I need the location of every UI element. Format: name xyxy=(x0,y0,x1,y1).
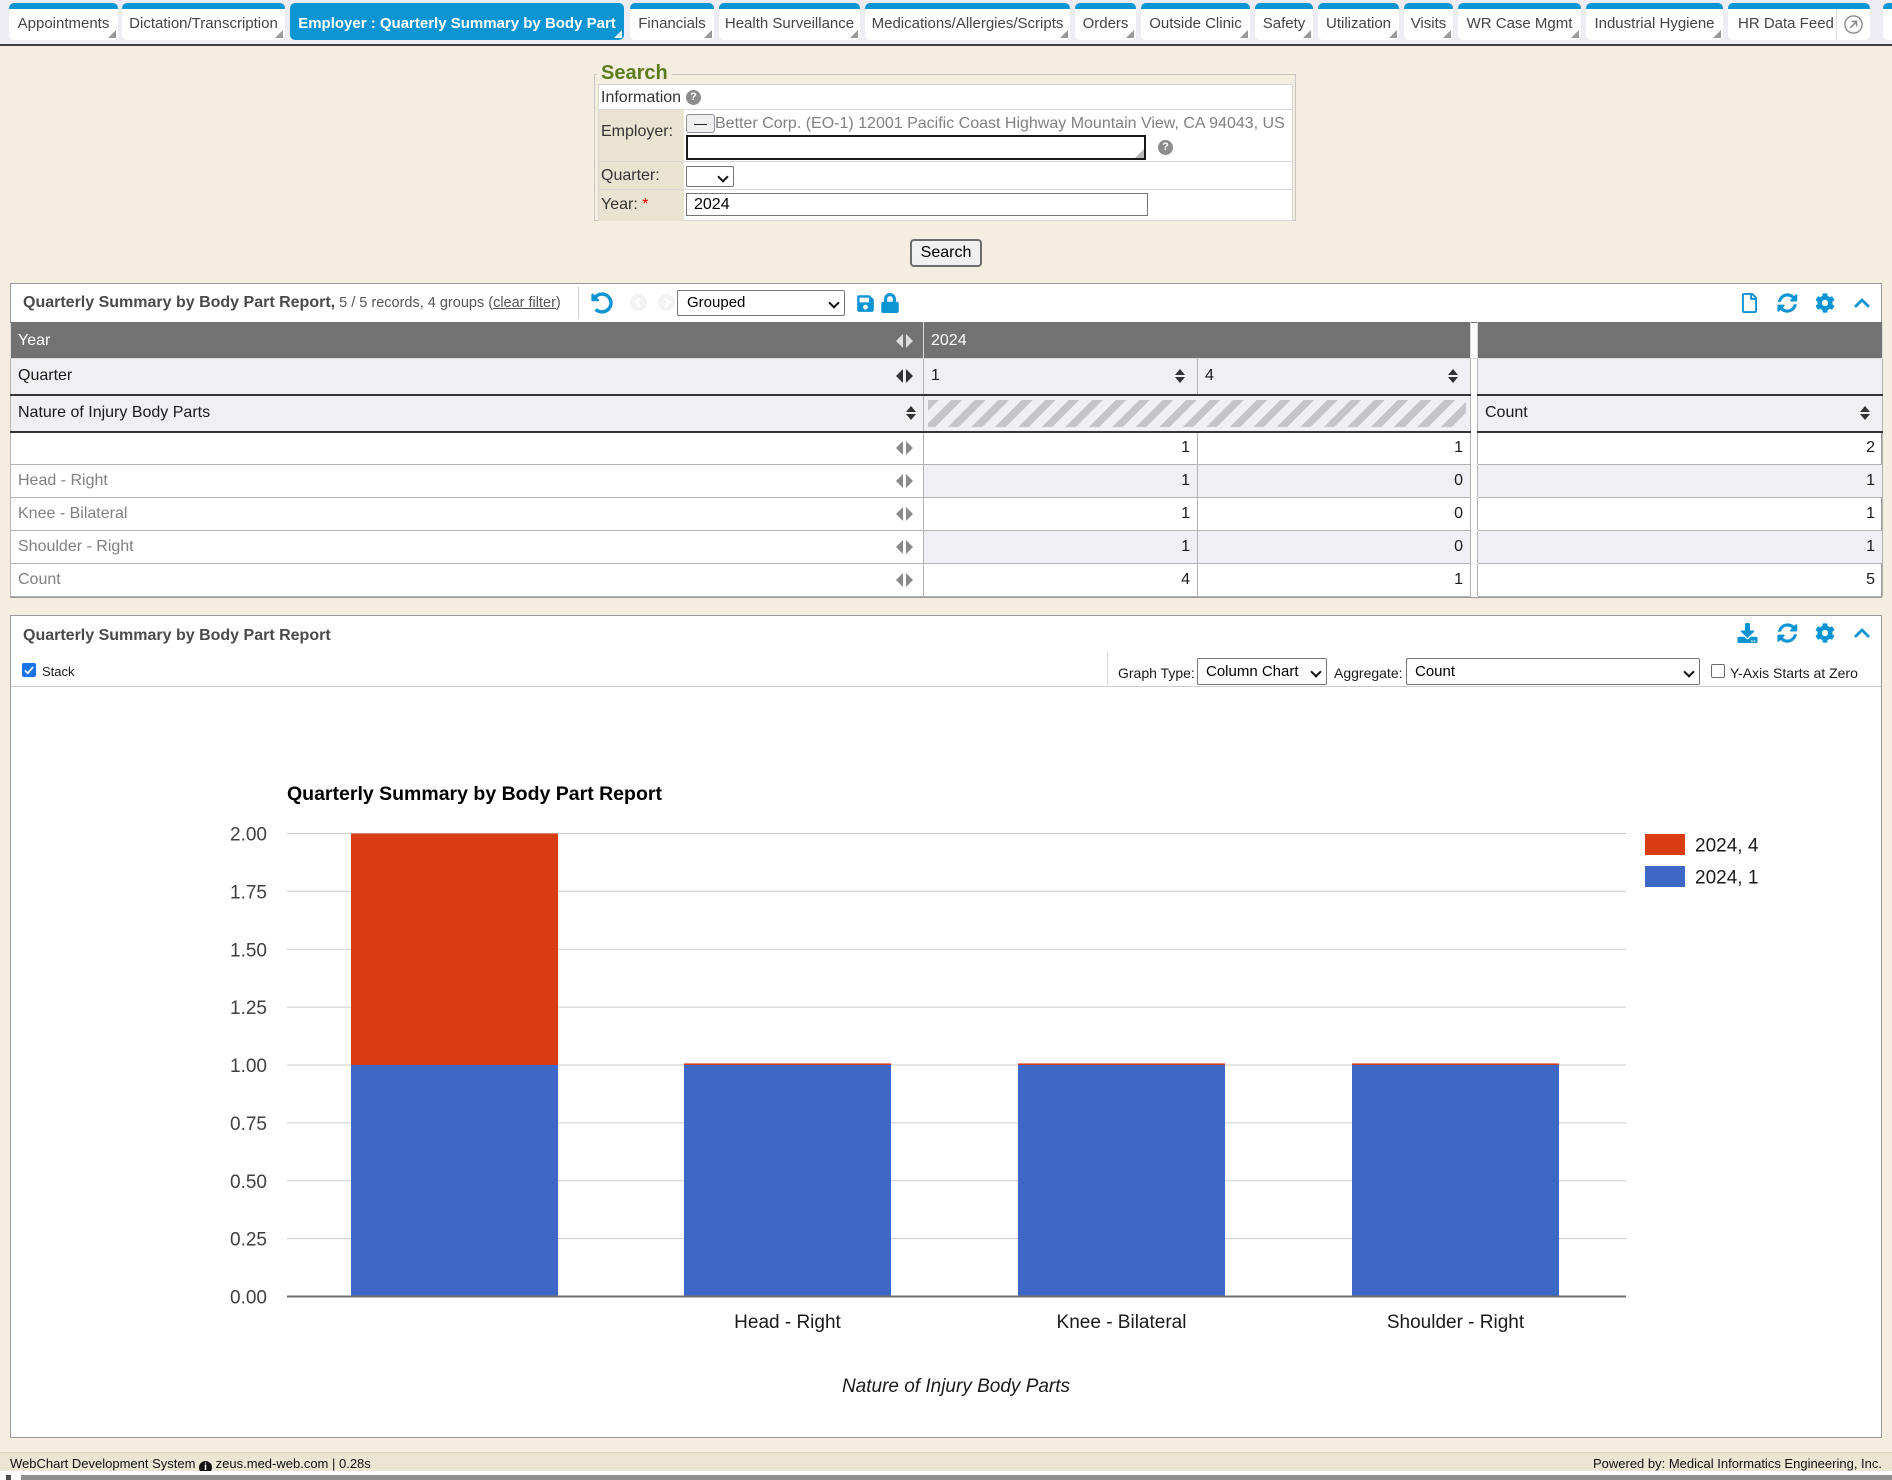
svg-text:Knee - Bilateral: Knee - Bilateral xyxy=(1057,1312,1187,1333)
svg-text:1.50: 1.50 xyxy=(230,940,267,961)
svg-text:2.00: 2.00 xyxy=(230,825,267,846)
svg-text:Head - Right: Head - Right xyxy=(734,1312,841,1333)
svg-text:0.25: 0.25 xyxy=(230,1230,267,1251)
svg-text:2024, 4: 2024, 4 xyxy=(1695,836,1759,857)
svg-text:Nature of Injury Body Parts: Nature of Injury Body Parts xyxy=(842,1376,1071,1397)
svg-text:Shoulder - Right: Shoulder - Right xyxy=(1387,1312,1525,1333)
svg-text:Quarterly Summary by Body Part: Quarterly Summary by Body Part Report xyxy=(287,783,662,805)
svg-text:1.25: 1.25 xyxy=(230,998,267,1019)
svg-text:2024, 1: 2024, 1 xyxy=(1695,868,1758,889)
svg-text:0.75: 0.75 xyxy=(230,1114,267,1135)
svg-text:0.50: 0.50 xyxy=(230,1172,267,1193)
svg-text:1.00: 1.00 xyxy=(230,1056,267,1077)
svg-text:0.00: 0.00 xyxy=(230,1288,267,1309)
svg-text:1.75: 1.75 xyxy=(230,882,267,903)
